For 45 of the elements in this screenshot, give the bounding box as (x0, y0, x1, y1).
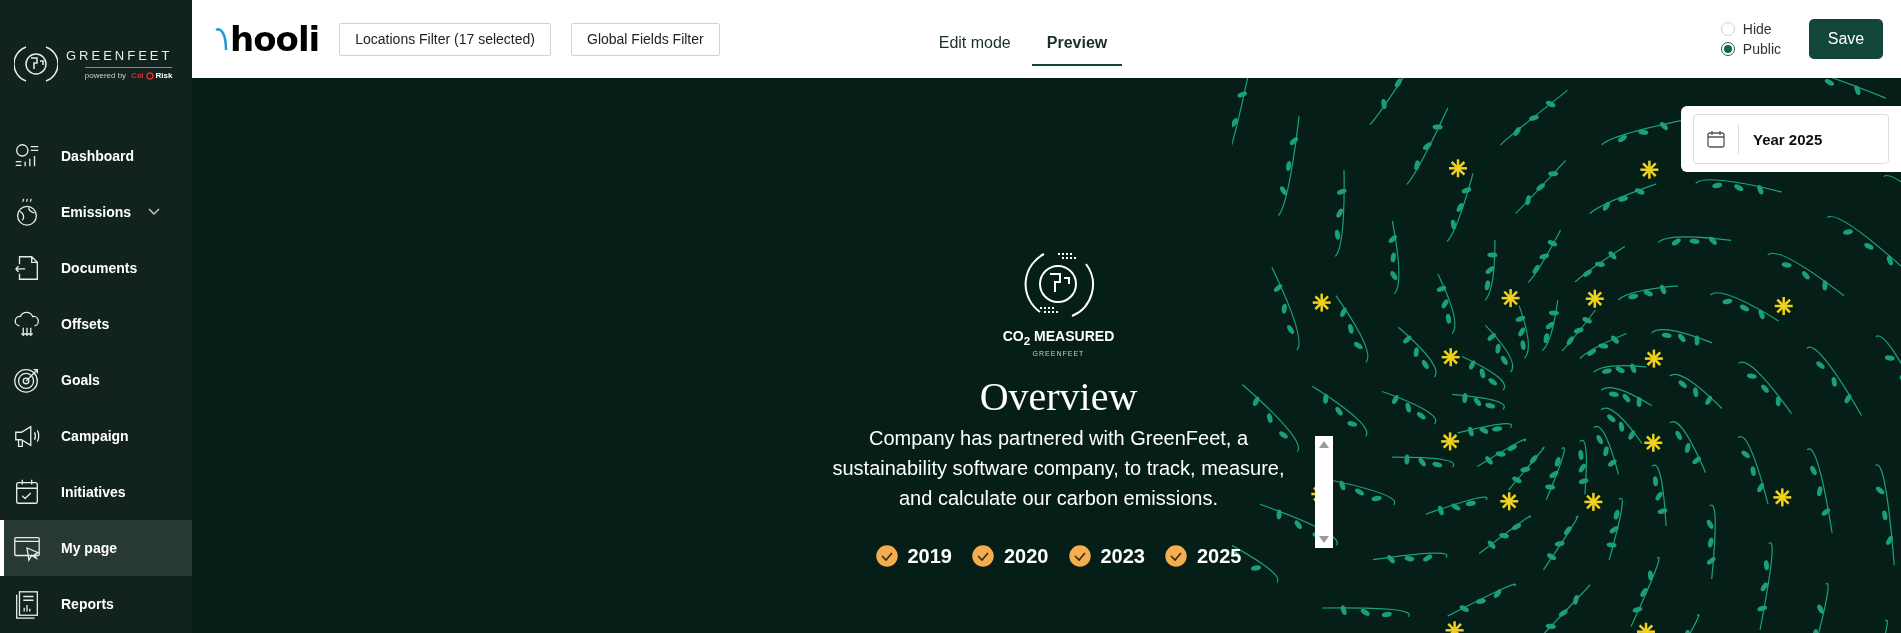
brand-name: GREENFEET (66, 48, 173, 63)
sidebar-item-label: Documents (61, 260, 138, 276)
sidebar-item-label: Goals (61, 372, 100, 388)
sidebar-item[interactable]: Initiatives (0, 464, 192, 520)
year-label: 2025 (1197, 544, 1242, 568)
company-logo: hooli (230, 17, 320, 61)
sidebar-item[interactable]: Dashboard (0, 128, 192, 184)
sidebar-item[interactable]: Documents (0, 240, 192, 296)
year-label: 2023 (1100, 544, 1145, 568)
visibility-radio[interactable]: Public (1720, 41, 1781, 57)
scrollbar[interactable] (1315, 436, 1333, 548)
sidebar-item-label: My page (61, 540, 117, 556)
mode-tab[interactable]: Edit mode (923, 22, 1026, 66)
sidebar-item-label: Emissions (61, 204, 132, 220)
sidebar-item-label: Dashboard (61, 148, 135, 164)
sidebar-item[interactable]: Goals (0, 352, 192, 408)
sidebar-item-label: Campaign (61, 428, 129, 444)
save-button[interactable]: Save (1809, 19, 1883, 59)
mode-tab[interactable]: Preview (1031, 22, 1123, 66)
partner-logo-icon (145, 71, 154, 80)
powered-by-text: powered by (84, 71, 127, 80)
partner-logo-text: Risk (155, 71, 173, 80)
sidebar-item[interactable]: Campaign (0, 408, 192, 464)
sidebar-item[interactable]: Reports (0, 576, 192, 632)
sidebar-item[interactable]: Offsets (0, 296, 192, 352)
chevron-down-icon (148, 208, 161, 216)
filter-button[interactable]: Global Fields Filter (571, 22, 720, 56)
partner-logo-text: Cal (131, 71, 144, 80)
year-label: 2020 (1004, 544, 1049, 568)
filter-button[interactable]: Locations Filter (17 selected) (339, 22, 551, 56)
calendar-icon (1706, 129, 1726, 149)
sidebar-item-label: Initiatives (61, 484, 126, 500)
visibility-radio[interactable]: Hide (1720, 21, 1781, 37)
year-label: 2019 (907, 544, 952, 568)
cloud-icon (12, 309, 42, 339)
page-title: Overview (979, 374, 1138, 419)
radio-label: Public (1742, 41, 1781, 57)
sidebar-item[interactable]: My page (0, 520, 192, 576)
sidebar-item[interactable]: Emissions (0, 184, 192, 240)
year-picker-field[interactable]: Year 2025 (1693, 114, 1889, 164)
sidebar-item-label: Offsets (61, 316, 110, 332)
overview-text: Company has partnered with GreenFeet, a sustainability software company, to track, measure, and calculate our carbon emissions. (831, 425, 1286, 511)
sidebar-item-label: Reports (61, 596, 114, 612)
radio-label: Hide (1742, 21, 1772, 37)
badge-title: CO$_{2}$ MEASURED (1002, 328, 1115, 347)
